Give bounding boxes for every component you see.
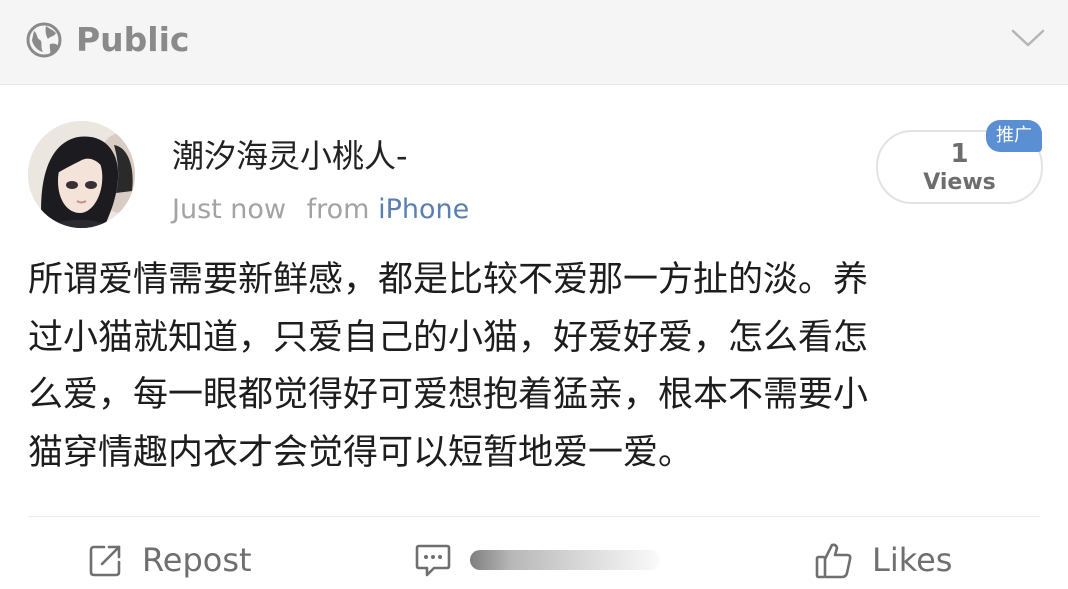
post-time: Just now [172, 194, 287, 225]
comment-icon [415, 544, 451, 577]
post-body-line: 过小猫就知道，只爱自己的小猫，好爱好爱，怎么看怎 [28, 317, 869, 358]
post-body: 所谓爱情需要新鲜感，都是比较不爱那一方扯的淡。养 过小猫就知道，只爱自己的小猫，… [28, 252, 1028, 482]
comment-button[interactable] [414, 536, 674, 584]
source-link[interactable]: iPhone [378, 194, 469, 225]
post-body-line: 猫穿情趣内衣才会觉得可以短暂地爱一爱。 [28, 432, 694, 473]
post-meta: Just now from iPhone [172, 192, 469, 228]
post-body-line: 所谓爱情需要新鲜感，都是比较不爱那一方扯的淡。养 [28, 260, 869, 300]
visibility-bar[interactable]: Public [0, 0, 1068, 85]
views-label: Views [923, 170, 996, 195]
avatar-image [28, 121, 135, 228]
post-body-line: 么爱，每一眼都觉得好可爱想抱着猛亲，根本不需要小 [28, 375, 869, 415]
visibility-label: Public [76, 20, 190, 59]
chevron-down-icon[interactable] [1010, 26, 1046, 50]
likes-label: Likes [872, 541, 953, 579]
repost-icon [89, 545, 121, 577]
promoted-badge: 推广 [986, 120, 1042, 152]
author-name[interactable]: 潮汐海灵小桃人- [172, 134, 408, 178]
action-divider [28, 516, 1040, 517]
comment-count-redacted [470, 550, 660, 570]
avatar[interactable] [28, 121, 135, 228]
repost-label: Repost [142, 541, 252, 579]
source-prefix: from [306, 194, 370, 225]
globe-icon [26, 22, 62, 58]
thumbs-up-icon [815, 543, 852, 579]
